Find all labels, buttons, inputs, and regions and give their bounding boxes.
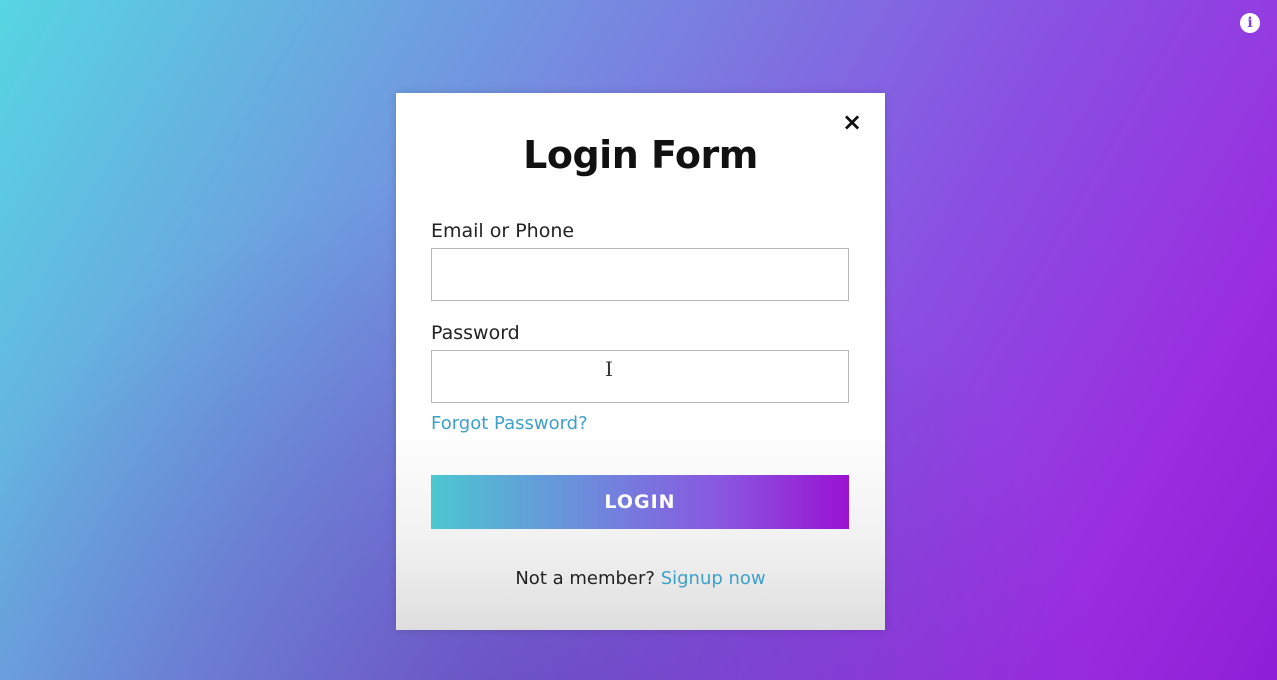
password-field[interactable] xyxy=(431,350,849,403)
forgot-password-link[interactable]: Forgot Password? xyxy=(431,413,588,434)
password-label: Password xyxy=(431,322,520,344)
login-button[interactable]: LOGIN xyxy=(431,475,849,529)
form-title: Login Form xyxy=(523,133,758,177)
text-cursor-icon: I xyxy=(605,357,613,381)
signup-link[interactable]: Signup now xyxy=(661,568,766,589)
login-modal: × Login Form Email or Phone Password I F… xyxy=(396,93,885,630)
signup-row: Not a member? Signup now xyxy=(396,568,885,589)
info-icon[interactable]: i xyxy=(1240,13,1260,33)
email-field[interactable] xyxy=(431,248,849,301)
email-label: Email or Phone xyxy=(431,220,575,242)
signup-prompt: Not a member? xyxy=(515,568,655,589)
